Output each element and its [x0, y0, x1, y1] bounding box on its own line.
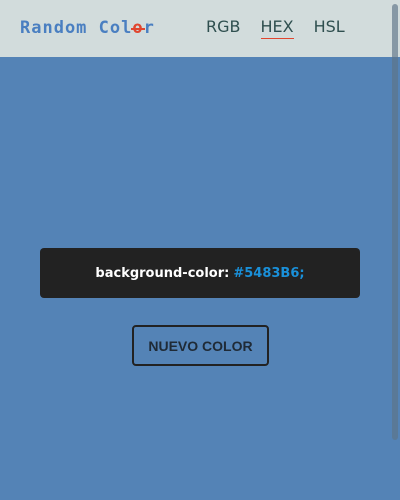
app-logo[interactable]: Random Color — [20, 18, 155, 38]
page: Random Color RGB HEX HSL background-colo… — [0, 0, 400, 500]
format-nav: RGB HEX HSL — [206, 17, 345, 39]
nav-item-hex[interactable]: HEX — [260, 17, 294, 39]
logo-text-suffix: r — [143, 18, 155, 38]
logo-accent-letter: o — [132, 18, 144, 38]
scrollbar[interactable] — [392, 4, 398, 440]
new-color-button[interactable]: NUEVO COLOR — [132, 325, 269, 366]
nav-item-rgb[interactable]: RGB — [206, 17, 241, 39]
logo-text-prefix: Random Col — [20, 18, 133, 38]
color-property-label: background-color: — [95, 265, 230, 281]
nav-item-hsl[interactable]: HSL — [314, 17, 345, 39]
color-display: background-color: #5483B6; — [40, 248, 360, 298]
top-bar: Random Color RGB HEX HSL — [0, 0, 400, 57]
color-value: #5483B6; — [233, 265, 305, 281]
